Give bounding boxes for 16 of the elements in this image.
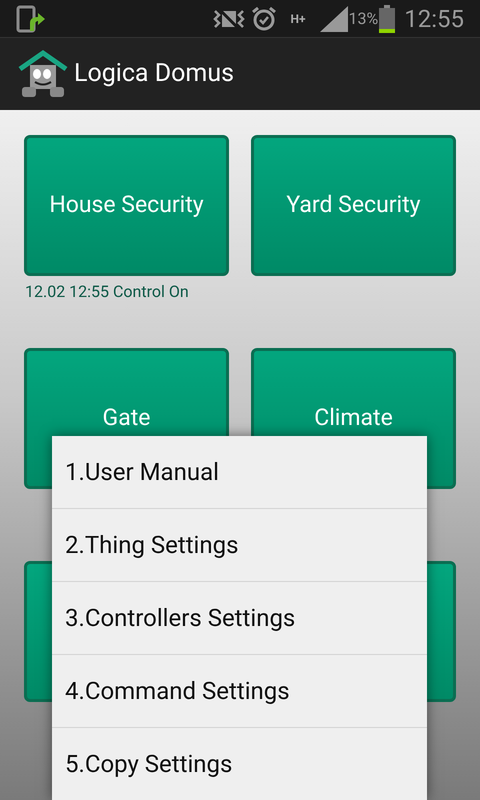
- status-text: 12.02 12:55 Control On: [24, 282, 189, 301]
- tile-button[interactable]: House Security: [24, 135, 229, 276]
- menu-item[interactable]: 4.Command Settings: [52, 655, 427, 727]
- menu-item[interactable]: 5.Copy Settings: [52, 728, 427, 800]
- menu-item[interactable]: 3.Controllers Settings: [52, 582, 427, 654]
- house-logo-icon: [18, 49, 68, 99]
- signal-icon: [320, 6, 348, 32]
- menu-item[interactable]: 2.Thing Settings: [52, 509, 427, 581]
- battery-icon: [378, 4, 396, 32]
- network-type: H+: [290, 12, 306, 24]
- phone-upload-icon: [16, 4, 46, 32]
- battery-percent: 13%: [348, 8, 378, 30]
- clock: 12:55: [404, 4, 464, 34]
- app-title: Logica Domus: [74, 58, 234, 90]
- alarm-icon: [250, 6, 277, 32]
- tile-button[interactable]: Yard Security: [251, 135, 456, 276]
